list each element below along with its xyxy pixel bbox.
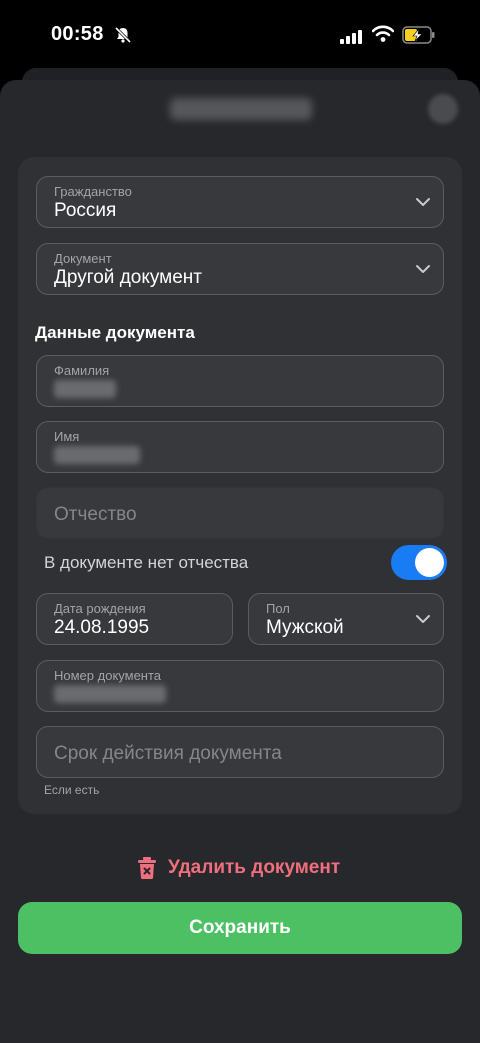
gender-value: Мужской — [266, 617, 344, 638]
document-type-select[interactable]: Документ Другой документ — [36, 243, 444, 295]
chevron-down-icon — [416, 265, 430, 273]
close-button[interactable] — [428, 94, 458, 124]
middle-name-placeholder: Отчество — [54, 504, 137, 525]
document-number-value-redacted — [54, 685, 166, 703]
citizenship-label: Гражданство — [54, 184, 132, 199]
expiry-placeholder: Срок действия документа — [54, 743, 282, 764]
document-number-field[interactable]: Номер документа — [36, 660, 444, 712]
save-button-label: Сохранить — [189, 917, 291, 938]
no-middle-name-label: В документе нет отчества — [44, 553, 249, 572]
chevron-down-icon — [416, 615, 430, 623]
citizenship-value: Россия — [54, 200, 117, 221]
expiry-hint: Если есть — [44, 783, 100, 797]
last-name-field[interactable]: Фамилия — [36, 355, 444, 407]
bell-slash-icon — [114, 26, 132, 44]
middle-name-field[interactable]: Отчество — [36, 487, 444, 539]
document-number-label: Номер документа — [54, 668, 162, 683]
document-type-label: Документ — [54, 251, 112, 266]
first-name-value-redacted — [54, 446, 140, 464]
sheet-title-redacted — [170, 98, 312, 120]
document-type-value: Другой документ — [54, 267, 202, 288]
battery-charging-icon — [402, 26, 435, 44]
wifi-icon — [372, 25, 394, 42]
status-bar: 00:58 — [0, 0, 480, 70]
first-name-field[interactable]: Имя — [36, 421, 444, 473]
last-name-label: Фамилия — [54, 363, 110, 378]
status-time: 00:58 — [51, 23, 104, 45]
save-button[interactable]: Сохранить — [18, 902, 462, 954]
first-name-label: Имя — [54, 429, 80, 444]
no-middle-name-toggle[interactable] — [391, 545, 447, 580]
expiry-date-field[interactable]: Срок действия документа — [36, 726, 444, 778]
section-title: Данные документа — [35, 323, 195, 342]
delete-document-button[interactable]: Удалить документ — [136, 853, 340, 883]
delete-document-label: Удалить документ — [168, 857, 341, 878]
birth-date-value: 24.08.1995 — [54, 617, 150, 638]
citizenship-select[interactable]: Гражданство Россия — [36, 176, 444, 228]
last-name-value-redacted — [54, 380, 116, 398]
signal-icon — [340, 30, 362, 44]
gender-label: Пол — [266, 601, 290, 616]
gender-select[interactable]: Пол Мужской — [248, 593, 444, 645]
trash-icon — [138, 857, 156, 879]
toggle-knob — [415, 548, 444, 577]
birth-date-field[interactable]: Дата рождения 24.08.1995 — [36, 593, 233, 645]
birth-date-label: Дата рождения — [54, 601, 146, 616]
chevron-down-icon — [416, 198, 430, 206]
